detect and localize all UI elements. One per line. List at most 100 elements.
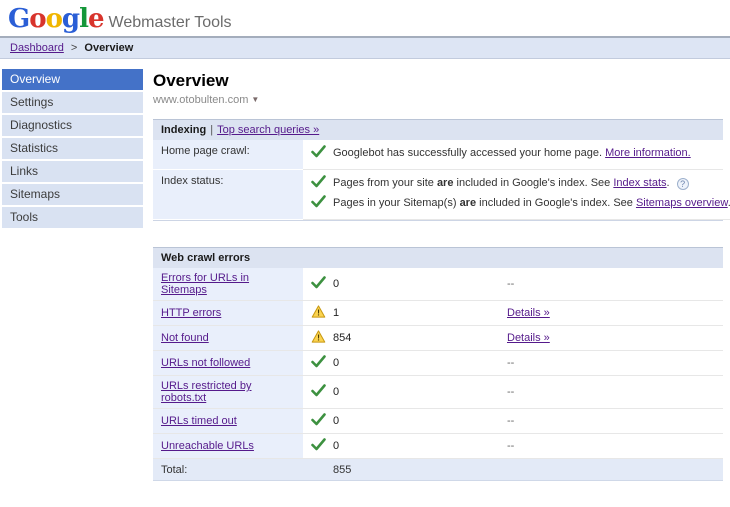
logo-letter: e xyxy=(88,4,104,34)
status-text: Pages from your site xyxy=(333,177,437,189)
status-text-bold: are xyxy=(437,177,454,189)
details-cell: Details » xyxy=(499,301,723,326)
site-selector[interactable]: www.otobulten.com▼ xyxy=(153,94,723,106)
error-type-cell: Unreachable URLs xyxy=(153,434,303,459)
count-cell: 0 xyxy=(303,434,499,459)
status-text-bold: are xyxy=(460,197,477,209)
logo-letter: l xyxy=(79,4,88,34)
error-type-link[interactable]: URLs restricted by robots.txt xyxy=(161,380,251,404)
logo-letter: o xyxy=(46,4,62,34)
status-text: Googlebot has successfully accessed your… xyxy=(333,147,605,159)
table-row: URLs not followed0-- xyxy=(153,351,723,376)
app-header: Google Webmaster Tools xyxy=(0,0,730,36)
sidebar-item-tools[interactable]: Tools xyxy=(2,207,143,228)
total-count: 855 xyxy=(303,459,499,481)
count-cell: 0 xyxy=(303,268,499,301)
indexing-title: Indexing xyxy=(161,124,206,136)
status-text: . xyxy=(667,177,673,189)
web-crawl-errors-section: Web crawl errors Errors for URLs in Site… xyxy=(153,247,723,481)
top-search-queries-link[interactable]: Top search queries » xyxy=(217,124,319,136)
help-icon[interactable]: ? xyxy=(677,178,689,190)
sidebar: Overview Settings Diagnostics Statistics Lin… xyxy=(2,69,143,230)
sidebar-item-links[interactable]: Links xyxy=(2,161,143,182)
sidebar-item-statistics[interactable]: Statistics xyxy=(2,138,143,159)
details-cell: -- xyxy=(499,351,723,376)
no-details: -- xyxy=(507,278,514,290)
error-type-link[interactable]: HTTP errors xyxy=(161,307,221,319)
breadcrumb-current: Overview xyxy=(84,42,133,54)
status-text: included in Google's index. See xyxy=(453,177,613,189)
status-text: included in Google's index. See xyxy=(476,197,636,209)
breadcrumb-dashboard-link[interactable]: Dashboard xyxy=(10,42,64,54)
details-link[interactable]: Details » xyxy=(507,307,550,319)
page: Google Webmaster Tools Dashboard > Overv… xyxy=(0,0,730,434)
error-type-cell: URLs not followed xyxy=(153,351,303,376)
error-type-link[interactable]: Not found xyxy=(161,332,209,344)
no-details: -- xyxy=(507,386,514,398)
table-row: Errors for URLs in Sitemaps 0 -- xyxy=(153,268,723,301)
chevron-down-icon: ▼ xyxy=(251,95,259,104)
check-icon xyxy=(311,195,326,214)
status-line: Pages from your site are included in Goo… xyxy=(311,174,730,194)
web-crawl-errors-title: Web crawl errors xyxy=(161,252,250,264)
count-cell: 0 xyxy=(303,409,499,434)
logo-letter: o xyxy=(29,4,45,34)
check-icon xyxy=(311,276,326,292)
sidebar-item-label: Settings xyxy=(10,95,53,109)
error-count: 1 xyxy=(333,307,339,319)
status-line: Pages in your Sitemap(s) are included in… xyxy=(311,194,730,214)
sidebar-item-sitemaps[interactable]: Sitemaps xyxy=(2,184,143,205)
total-label: Total: xyxy=(153,459,303,481)
no-details: -- xyxy=(507,440,514,452)
details-cell: Details » xyxy=(499,326,723,351)
sidebar-item-label: Overview xyxy=(10,72,60,86)
index-status-label: Index status: xyxy=(153,170,303,220)
more-information-link[interactable]: More information. xyxy=(605,147,691,159)
details-link[interactable]: Details » xyxy=(507,332,550,344)
error-type-link[interactable]: Unreachable URLs xyxy=(161,440,254,452)
index-stats-link[interactable]: Index stats xyxy=(613,177,666,189)
indexing-section: Indexing|Top search queries » Home page … xyxy=(153,119,723,221)
sidebar-item-label: Statistics xyxy=(10,141,58,155)
breadcrumb-separator: > xyxy=(71,42,77,54)
home-page-crawl-value: Googlebot has successfully accessed your… xyxy=(303,140,723,170)
warning-icon: ! xyxy=(311,330,326,346)
status-text: Pages in your Sitemap(s) xyxy=(333,197,460,209)
google-logo-word: Google xyxy=(8,5,104,33)
sidebar-item-overview[interactable]: Overview xyxy=(2,69,143,90)
table-row: URLs timed out 0 -- xyxy=(153,409,723,434)
error-type-link[interactable]: URLs timed out xyxy=(161,415,237,427)
details-cell: -- xyxy=(499,268,723,301)
breadcrumb: Dashboard > Overview xyxy=(0,36,730,59)
error-type-link[interactable]: Errors for URLs in Sitemaps xyxy=(161,272,249,296)
error-type-link[interactable]: URLs not followed xyxy=(161,357,250,369)
logo-letter: G xyxy=(8,4,29,34)
details-cell: -- xyxy=(499,409,723,434)
count-cell: 0 xyxy=(303,376,499,409)
error-type-cell: Errors for URLs in Sitemaps xyxy=(153,268,303,301)
error-type-cell: Not found xyxy=(153,326,303,351)
error-count: 0 xyxy=(333,440,339,452)
check-icon xyxy=(311,413,326,429)
index-status-value: Pages from your site are included in Goo… xyxy=(303,170,730,220)
error-type-cell: URLs timed out xyxy=(153,409,303,434)
sidebar-item-label: Diagnostics xyxy=(10,118,72,132)
sidebar-item-settings[interactable]: Settings xyxy=(2,92,143,113)
sitemaps-overview-link[interactable]: Sitemaps overview xyxy=(636,197,728,209)
sidebar-item-diagnostics[interactable]: Diagnostics xyxy=(2,115,143,136)
error-count: 0 xyxy=(333,386,339,398)
error-type-cell: HTTP errors xyxy=(153,301,303,326)
no-details: -- xyxy=(507,415,514,427)
sidebar-item-label: Sitemaps xyxy=(10,187,60,201)
error-count: 0 xyxy=(333,415,339,427)
table-row: Not found! 854 Details » xyxy=(153,326,723,351)
main-content: Overview www.otobulten.com▼ Indexing|Top… xyxy=(143,59,730,507)
indexing-section-header: Indexing | Top search queries » xyxy=(153,119,723,140)
header-divider: | xyxy=(210,124,213,136)
total-row: Total: 855 xyxy=(153,459,723,481)
total-details-cell xyxy=(499,459,723,481)
google-logo: Google Webmaster Tools xyxy=(8,5,730,33)
error-count: 854 xyxy=(333,332,351,344)
error-count: 0 xyxy=(333,278,339,290)
check-icon xyxy=(311,145,326,164)
